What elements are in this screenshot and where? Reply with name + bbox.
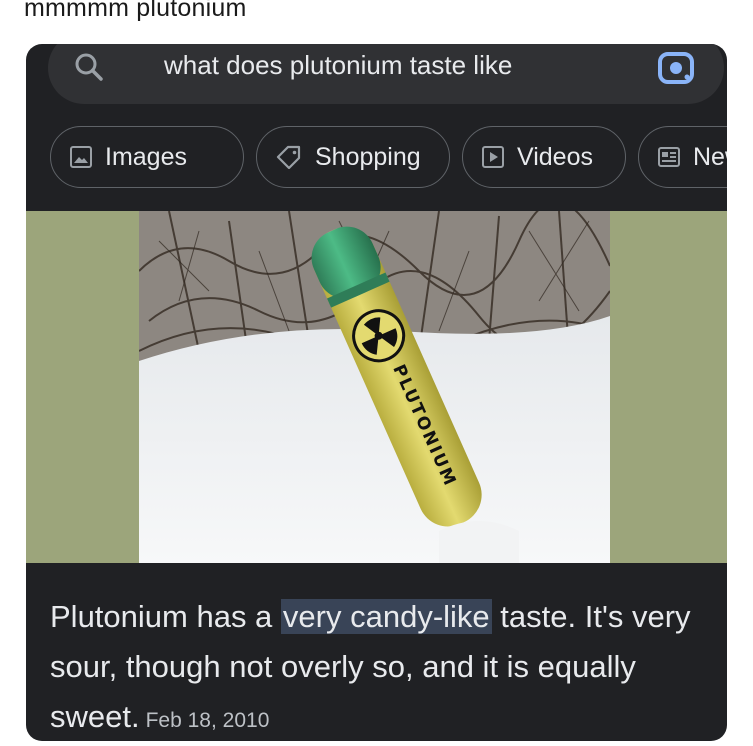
news-icon <box>658 147 680 167</box>
chip-label: Images <box>105 142 187 171</box>
tag-icon <box>276 145 301 169</box>
chip-label: Videos <box>517 142 593 171</box>
result-image[interactable]: PLUTONIUM <box>139 211 610 563</box>
search-icon[interactable] <box>74 52 104 82</box>
answer-highlight: very candy-like <box>280 599 492 634</box>
image-icon <box>70 146 92 168</box>
google-result-card: what does plutonium taste like Images Sh… <box>26 44 727 741</box>
google-lens-icon[interactable] <box>656 48 696 88</box>
result-image-panel: PLUTONIUM <box>26 211 727 563</box>
chip-label: Shopping <box>315 142 421 171</box>
chip-shopping[interactable]: Shopping <box>256 126 450 188</box>
answer-snippet: Plutonium has a very candy-like taste. I… <box>50 592 710 741</box>
answer-date: Feb 18, 2010 <box>145 709 270 732</box>
search-bar[interactable]: what does plutonium taste like <box>48 44 724 104</box>
chip-news[interactable]: New <box>638 126 727 188</box>
post-caption: mmmmm plutonium <box>24 0 247 22</box>
answer-text-before: Plutonium has a <box>50 599 281 634</box>
search-query[interactable]: what does plutonium taste like <box>164 50 512 81</box>
chip-label: New <box>693 142 727 171</box>
filter-chips: Images Shopping Videos New <box>26 126 727 192</box>
chip-images[interactable]: Images <box>50 126 244 188</box>
plutonium-tube-photo: PLUTONIUM <box>139 211 610 563</box>
chip-videos[interactable]: Videos <box>462 126 626 188</box>
play-icon <box>482 146 504 168</box>
